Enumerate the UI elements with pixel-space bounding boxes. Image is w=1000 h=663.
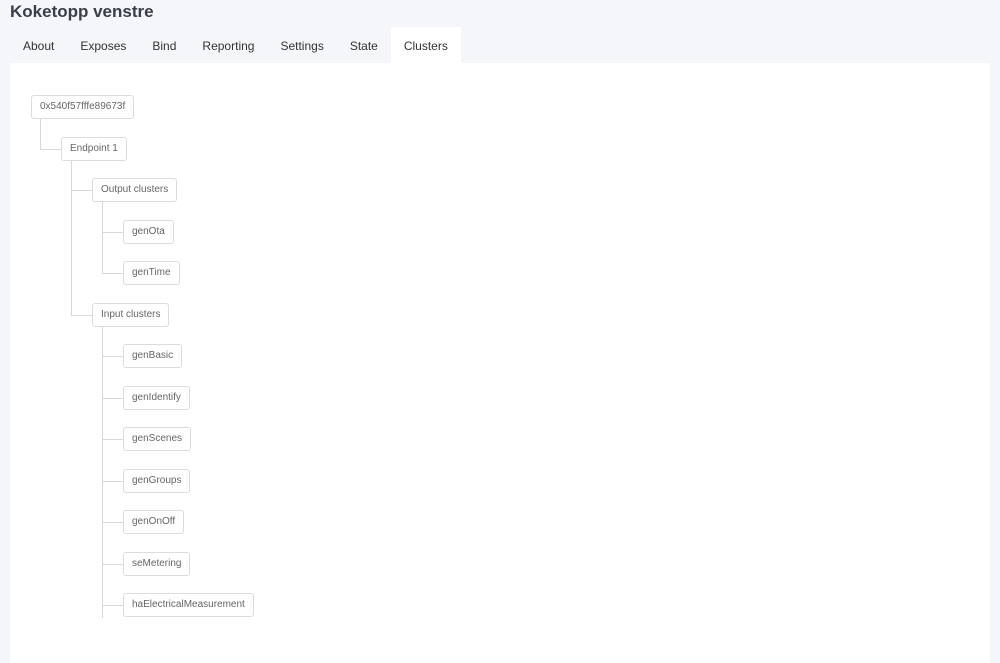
cluster-node[interactable]: genIdentify [123,385,190,410]
output-clusters-node[interactable]: Output clusters [92,178,178,202]
tree-connector [71,160,72,315]
tree-connector [102,522,123,523]
tree-connector [40,148,61,150]
device-node[interactable]: 0x540f57fffe89673f [31,95,135,119]
tree-connector [102,605,123,606]
tree-connector [71,314,92,316]
tree-connector [40,119,41,149]
tree-connector [102,202,103,273]
tab-bind[interactable]: Bind [139,27,189,63]
tab-about[interactable]: About [10,27,67,63]
endpoint-node[interactable]: Endpoint 1 [61,136,127,161]
tree-connector [102,326,103,618]
input-clusters-node[interactable]: Input clusters [92,302,170,327]
cluster-node[interactable]: haElectricalMeasurement [123,593,254,617]
cluster-node[interactable]: genBasic [123,344,183,368]
tab-bar: About Exposes Bind Reporting Settings St… [10,27,461,63]
tab-state[interactable]: State [337,27,391,63]
tree-connector [102,439,123,440]
tab-settings[interactable]: Settings [267,27,336,63]
cluster-node[interactable]: genTime [123,261,180,285]
tree-connector [102,563,123,565]
tree-connector [102,480,123,482]
tab-clusters[interactable]: Clusters [390,27,461,63]
tree-connector [102,356,123,357]
tab-reporting[interactable]: Reporting [189,27,267,63]
cluster-node[interactable]: genGroups [123,468,191,493]
page-title: Koketopp venstre [10,2,154,21]
tree-connector [102,397,123,399]
tree-connector [71,190,92,191]
tab-exposes[interactable]: Exposes [67,27,139,63]
cluster-node[interactable]: genOnOff [123,510,185,534]
cluster-node[interactable]: genScenes [123,427,192,451]
tree-connector [102,273,123,274]
tree-connector [102,231,123,233]
cluster-node[interactable]: seMetering [123,551,191,576]
cluster-node[interactable]: genOta [123,219,174,244]
